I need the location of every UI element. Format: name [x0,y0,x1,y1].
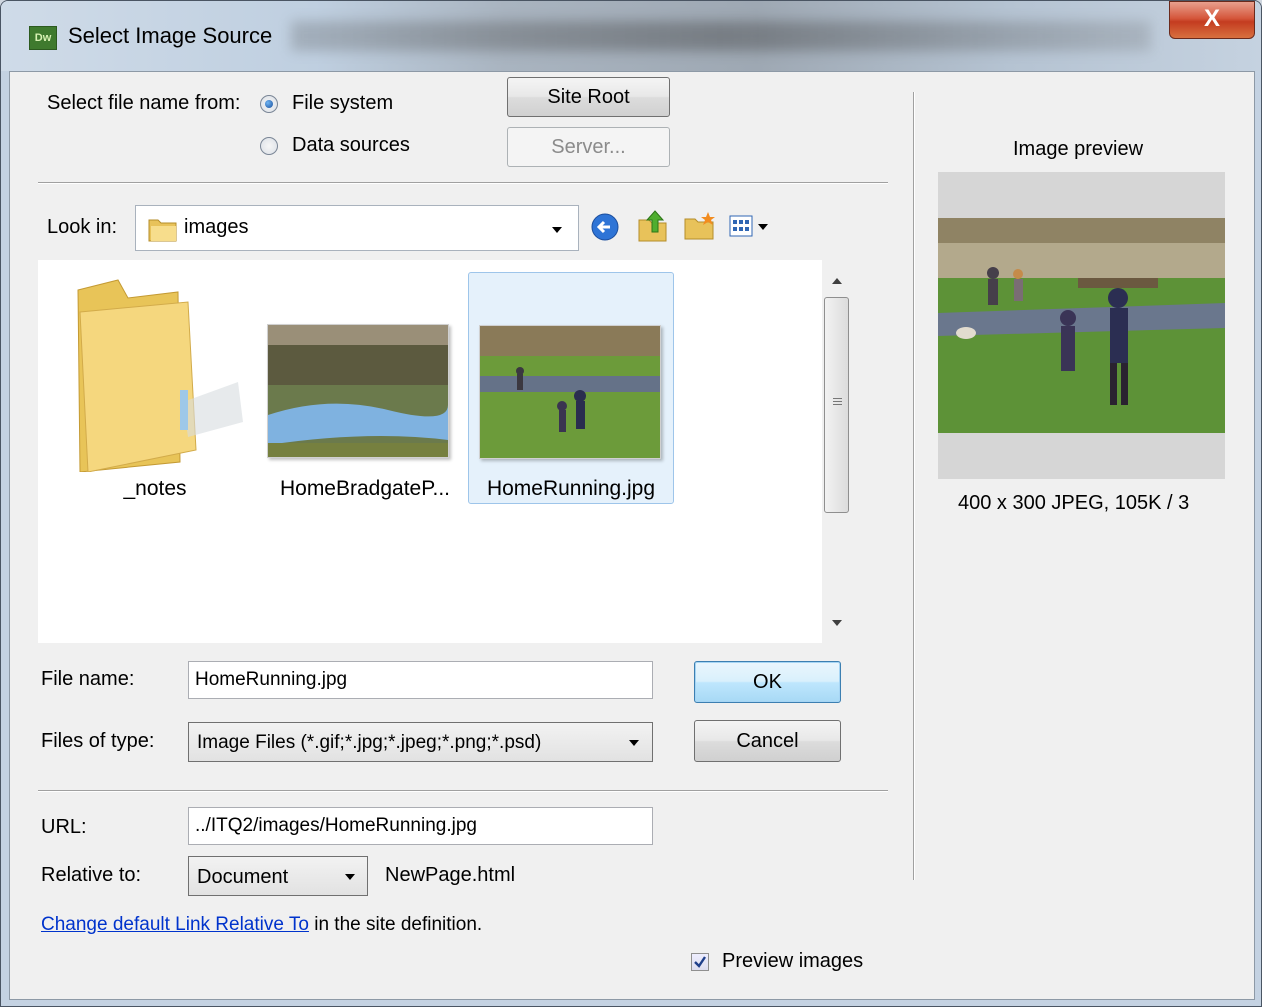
image-thumbnail [267,324,449,458]
close-button[interactable]: X [1169,1,1255,39]
look-in-combo[interactable]: images [135,205,579,251]
file-name: HomeBradgateP... [279,477,451,500]
image-preview-box [938,172,1225,479]
chevron-down-icon [345,874,355,880]
checkmark-icon [694,956,706,968]
change-relative-link[interactable]: Change default Link Relative To [41,914,309,935]
url-input[interactable]: ../ITQ2/images/HomeRunning.jpg [188,807,653,845]
ok-button[interactable]: OK [694,661,841,703]
list-item[interactable]: HomeBradgateP... [260,272,470,512]
link-suffix: in the site definition. [308,914,483,935]
file-name-input[interactable]: HomeRunning.jpg [188,661,653,699]
look-in-value: images [184,216,249,238]
up-folder-icon[interactable] [636,208,670,244]
file-name: _notes [123,477,187,500]
scroll-thumb[interactable] [824,297,849,513]
dialog-window: Dw Select Image Source X Select file nam… [0,0,1262,1007]
grip-icon [833,398,842,399]
image-thumbnail [479,325,661,459]
radio-file-system[interactable] [260,95,278,113]
preview-title: Image preview [1013,138,1144,160]
cancel-button[interactable]: Cancel [694,720,841,762]
relative-to-label: Relative to: [41,864,142,886]
file-list-scrollbar[interactable] [822,260,851,643]
server-button[interactable]: Server... [507,127,670,167]
link-line: Change default Link Relative To in the s… [41,914,482,936]
new-folder-icon[interactable] [683,210,717,242]
blurred-background [291,21,1151,51]
relative-page-name: NewPage.html [385,864,516,886]
source-label: Select file name from: [47,92,241,114]
title-bar[interactable]: Dw Select Image Source X [1,1,1261,71]
dreamweaver-app-icon: Dw [29,26,57,50]
site-root-button[interactable]: Site Root [507,77,670,117]
scroll-down-icon[interactable] [832,620,842,626]
divider-bottom [38,790,888,792]
file-name: HomeRunning.jpg [486,477,656,500]
chevron-down-icon [629,740,639,746]
folder-icon [77,279,243,472]
view-menu-icon[interactable] [728,214,782,240]
look-in-label: Look in: [47,216,118,238]
radio-data-sources[interactable] [260,137,278,155]
chevron-down-icon [552,227,562,233]
preview-images-label[interactable]: Preview images [722,950,863,973]
scroll-up-icon[interactable] [832,278,842,284]
file-list[interactable]: _notes HomeBradgateP... HomeRunning.jpg [38,260,851,643]
divider-top [38,182,888,184]
url-label: URL: [41,816,87,838]
preview-info: 400 x 300 JPEG, 105K / 3 [958,492,1190,514]
preview-images-checkbox[interactable] [691,953,709,971]
files-of-type-value: Image Files (*.gif;*.jpg;*.jpeg;*.png;*.… [197,732,542,753]
relative-to-select[interactable]: Document [188,856,368,896]
dialog-body: Select file name from: File system Data … [9,71,1255,1000]
list-item-selected[interactable]: HomeRunning.jpg [468,272,674,504]
folder-icon [148,219,177,242]
list-item[interactable]: _notes [50,272,260,512]
relative-to-value: Document [197,866,289,888]
image-preview [938,218,1225,433]
file-name-label: File name: [41,668,135,690]
files-of-type-select[interactable]: Image Files (*.gif;*.jpg;*.jpeg;*.png;*.… [188,722,653,762]
divider-vertical [913,92,915,880]
files-of-type-label: Files of type: [41,730,155,752]
radio-file-system-label[interactable]: File system [292,92,393,115]
back-icon[interactable] [590,211,622,243]
dialog-title: Select Image Source [68,23,273,48]
radio-data-sources-label[interactable]: Data sources [292,134,410,157]
